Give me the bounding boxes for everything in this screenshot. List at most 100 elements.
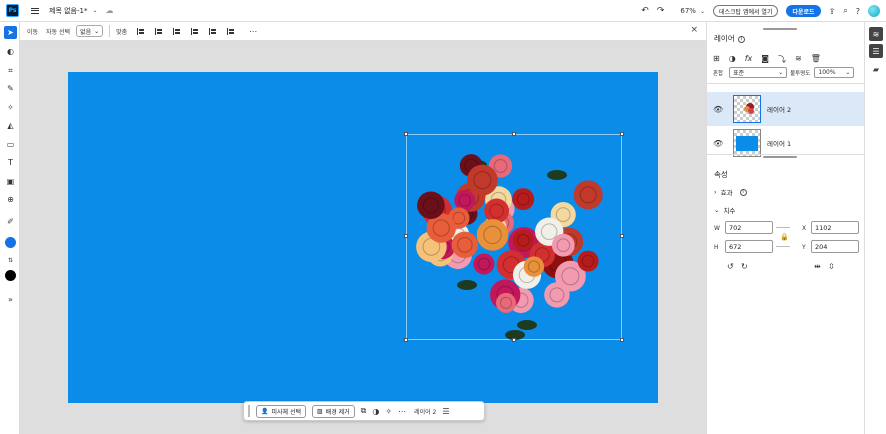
eyedropper-icon[interactable]: ✐ (4, 215, 17, 228)
brush-icon[interactable]: ✎ (4, 82, 17, 95)
chevron-down-icon[interactable]: ⌄ (92, 7, 97, 14)
info-icon[interactable]: i (739, 188, 747, 196)
adjustments-panel-icon[interactable]: ☰ (869, 44, 883, 58)
align-top-icon[interactable] (191, 27, 199, 35)
panel-grabber[interactable] (763, 156, 797, 158)
canvas-workspace[interactable] (20, 41, 706, 434)
info-icon[interactable]: i (737, 35, 745, 43)
avatar[interactable] (868, 5, 880, 17)
rotate-right-icon[interactable]: ↻ (741, 262, 748, 271)
layer-tools: ⊞ ◑ fx ◙ ⤵ ≋ 🗑 (713, 54, 821, 65)
transform-handle[interactable] (404, 338, 408, 342)
transform-handle[interactable] (620, 234, 624, 238)
adjustment-layer-icon[interactable]: ◑ (729, 54, 736, 65)
divider (707, 154, 865, 155)
layer-row[interactable]: 👁 레이어 2 (707, 92, 865, 126)
options-bar: 이동 자동 선택 없음 ⌄ 맞춤 ⋯ × (0, 22, 706, 41)
spot-healing-icon[interactable]: ✧ (4, 101, 17, 114)
expand-toolbar-icon[interactable]: » (4, 293, 17, 306)
more-options-icon[interactable]: ⋯ (249, 27, 258, 36)
photoshop-logo: Ps (6, 4, 19, 17)
stack-icon[interactable]: ≋ (795, 54, 802, 65)
flip-vertical-icon[interactable]: ⇳ (828, 262, 835, 271)
align-bottom-icon[interactable] (227, 27, 235, 35)
dimensions-row[interactable]: ⌄ 치수 (714, 205, 735, 215)
link-line (776, 227, 790, 228)
drag-handle[interactable] (248, 405, 250, 417)
opacity-value: 100% (818, 69, 836, 76)
zoom-chevron-icon[interactable]: ⌄ (700, 8, 705, 15)
rectangle-icon[interactable]: ▭ (4, 138, 17, 151)
quick-selection-icon[interactable]: ◐ (4, 45, 17, 58)
image-icon[interactable]: ▣ (4, 175, 17, 188)
visibility-eye-icon[interactable]: 👁 (713, 139, 723, 148)
comments-icon[interactable]: ▰ (869, 62, 883, 76)
visibility-eye-icon[interactable]: 👁 (713, 105, 723, 114)
transform-handle[interactable] (512, 338, 516, 342)
mask-icon[interactable]: ⧉ (361, 406, 367, 416)
height-input[interactable]: 672 (725, 240, 773, 253)
panel-grabber[interactable] (763, 28, 797, 30)
contextual-taskbar: 👤 피사체 선택 ▨ 배경 제거 ⧉ ◑ ✧ ⋯ 레이어 2 ☰ (243, 401, 485, 421)
paint-bucket-icon[interactable]: ◭ (4, 119, 17, 132)
transform-handle[interactable] (620, 132, 624, 136)
lock-aspect-icon[interactable]: 🔒 (780, 233, 789, 241)
select-subject-button[interactable]: 👤 피사체 선택 (256, 404, 306, 418)
document-canvas[interactable] (68, 72, 658, 403)
auto-select-dropdown[interactable]: 없음 ⌄ (76, 25, 104, 37)
transform-handle[interactable] (512, 132, 516, 136)
layers-title-row: 레이어 i (714, 33, 745, 44)
undo-icon[interactable]: ↶ (641, 6, 649, 16)
cloud-icon[interactable]: ☁ (106, 6, 114, 15)
transform-handle[interactable] (404, 234, 408, 238)
background-color-swatch[interactable] (5, 270, 16, 281)
trash-icon[interactable]: 🗑 (811, 54, 821, 65)
settings-sliders-icon[interactable]: ☰ (442, 407, 449, 416)
search-icon[interactable]: ⌕ (843, 6, 847, 16)
tools-panel: ➤ ◐ ⌗ ✎ ✧ ◭ ▭ T ▣ ⊕ ✐ ⇅ » (0, 22, 20, 434)
close-icon[interactable]: × (690, 25, 698, 35)
transform-handle[interactable] (404, 132, 408, 136)
x-input[interactable]: 1102 (811, 221, 859, 234)
auto-select-label: 자동 선택 (46, 28, 71, 36)
y-input[interactable]: 204 (811, 240, 859, 253)
selection-bounding-box[interactable] (404, 132, 624, 342)
align-right-icon[interactable] (173, 27, 181, 35)
foreground-color-swatch[interactable] (5, 237, 16, 248)
flip-horizontal-icon[interactable]: ⇹ (814, 262, 821, 271)
more-icon[interactable]: ⋯ (398, 407, 406, 416)
effects-row[interactable]: › 효과 i (714, 187, 747, 197)
add-layer-icon[interactable]: ⊞ (713, 54, 720, 65)
move-tool-icon[interactable]: ➤ (4, 26, 17, 39)
share-icon[interactable]: ⇪ (829, 7, 836, 16)
type-icon[interactable]: T (4, 156, 17, 169)
layers-properties-panel: 레이어 i ⊞ ◑ fx ◙ ⤵ ≋ 🗑 혼합 표준 ⌄ 불투명도 100% ⌄ … (706, 22, 865, 434)
crop-icon[interactable]: ⌗ (4, 64, 17, 77)
opacity-select[interactable]: 100% ⌄ (814, 67, 855, 78)
adjustment-icon[interactable]: ◑ (372, 407, 379, 416)
align-center-horizontal-icon[interactable] (155, 27, 163, 35)
bouquet-thumbnail-icon (744, 103, 754, 114)
clip-icon[interactable]: ⤵ (778, 54, 786, 65)
fx-icon[interactable]: fx (745, 54, 753, 65)
transform-handle[interactable] (620, 338, 624, 342)
open-in-desktop-button[interactable]: 데스크탑 앱에서 열기 (712, 5, 779, 17)
align-left-icon[interactable] (137, 27, 145, 35)
remove-background-button[interactable]: ▨ 배경 제거 (312, 404, 355, 418)
clone-stamp-icon[interactable]: ⊕ (4, 193, 17, 206)
width-input[interactable]: 702 (725, 221, 773, 234)
download-button[interactable]: 다운로드 (786, 5, 821, 17)
redo-icon[interactable]: ↷ (657, 6, 665, 16)
help-icon[interactable]: ? (856, 7, 860, 16)
zoom-level[interactable]: 67% (680, 7, 696, 15)
panel-switcher-strip: ≋ ☰ ▰ (864, 22, 886, 434)
align-middle-vertical-icon[interactable] (209, 27, 217, 35)
document-title[interactable]: 제목 없음-1* (49, 6, 87, 16)
swap-colors-icon[interactable]: ⇅ (4, 254, 17, 267)
rotate-left-icon[interactable]: ↺ (727, 262, 734, 271)
mask-icon[interactable]: ◙ (761, 54, 769, 65)
menu-icon[interactable] (31, 7, 39, 14)
healing-icon[interactable]: ✧ (385, 407, 392, 416)
layers-panel-icon[interactable]: ≋ (869, 27, 883, 41)
blend-mode-select[interactable]: 표준 ⌄ (729, 67, 788, 78)
